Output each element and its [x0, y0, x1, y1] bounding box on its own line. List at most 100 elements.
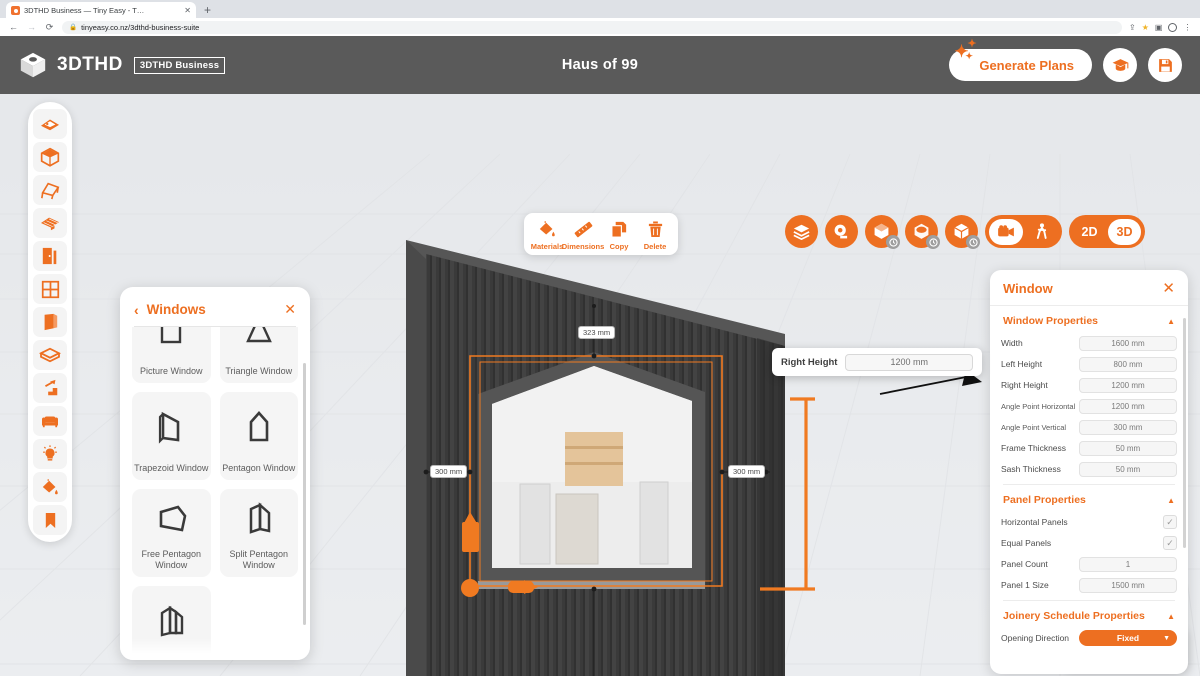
- learn-button[interactable]: [1103, 48, 1137, 82]
- deck-icon: [41, 217, 59, 231]
- property-input[interactable]: [1079, 419, 1177, 435]
- extensions-icon[interactable]: ▣: [1155, 23, 1163, 32]
- solid-view-button[interactable]: [865, 215, 900, 249]
- box-view-button[interactable]: [945, 215, 980, 249]
- slab-layers-icon: [39, 347, 61, 363]
- section-header-panel-properties[interactable]: Panel Properties ▲: [1001, 485, 1177, 512]
- browser-tab[interactable]: 3DTHD Business — Tiny Easy - T… ✕: [6, 2, 196, 19]
- url-bar: ← → ⟳ 🔒 tinyeasy.co.nz/3dthd-business-su…: [0, 18, 1200, 36]
- sidebar-item-roof[interactable]: [33, 175, 67, 205]
- chevron-up-icon[interactable]: ▲: [1167, 612, 1175, 621]
- dimensions-button[interactable]: Dimensions: [562, 220, 604, 251]
- sidebar-item-deck[interactable]: [33, 208, 67, 238]
- property-input[interactable]: [1079, 577, 1177, 593]
- dimension-chip-left[interactable]: 300 mm: [430, 465, 468, 478]
- dimension-chip-top[interactable]: 323 mm: [578, 326, 616, 339]
- app-header: 3DTHD 3DTHD Business Haus of 99 ✦ ✦ ✦ Ge…: [0, 36, 1200, 94]
- list-item[interactable]: Picture Window: [132, 327, 211, 383]
- property-input[interactable]: [1079, 356, 1177, 372]
- history-badge: [966, 235, 980, 249]
- section-header-window-properties[interactable]: Window Properties ▲: [1001, 306, 1177, 333]
- walk-mode-button[interactable]: [1025, 219, 1058, 245]
- layers-icon: [793, 224, 810, 240]
- mode-2d-button[interactable]: 2D: [1073, 219, 1106, 245]
- windows-panel-body[interactable]: Picture Window Triangle Window Trapezoid…: [120, 327, 310, 660]
- sidebar-item-wall[interactable]: [33, 307, 67, 337]
- mode-3d-button[interactable]: 3D: [1108, 218, 1141, 245]
- share-icon[interactable]: ⇪: [1129, 23, 1136, 32]
- sidebar-item-door[interactable]: [33, 241, 67, 271]
- browser-menu-icon[interactable]: ⋮: [1183, 23, 1191, 32]
- sidebar-item-furniture[interactable]: [33, 406, 67, 436]
- pentagon-window-icon: [220, 392, 299, 463]
- list-item[interactable]: Free Pentagon Window: [132, 489, 211, 577]
- list-item[interactable]: Pentagon Window: [219, 392, 299, 480]
- sidebar-item-slab[interactable]: [33, 340, 67, 370]
- inline-editor-input[interactable]: [845, 353, 973, 371]
- property-input[interactable]: [1079, 398, 1177, 414]
- xray-view-button[interactable]: [905, 215, 940, 249]
- list-item-label: Picture Window: [139, 365, 203, 376]
- bookmark-star-icon[interactable]: ★: [1142, 23, 1149, 32]
- save-button[interactable]: [1148, 48, 1182, 82]
- tab-close-icon[interactable]: ✕: [184, 6, 191, 15]
- delete-button[interactable]: Delete: [638, 220, 672, 251]
- layers-button[interactable]: [785, 215, 818, 248]
- sidebar-item-room[interactable]: [33, 142, 67, 172]
- list-item[interactable]: Trapezoid Window: [132, 392, 211, 480]
- back-button[interactable]: ←: [8, 22, 19, 32]
- properties-body[interactable]: Window Properties ▲ Width Left Height Ri…: [990, 306, 1188, 674]
- chevron-up-icon[interactable]: ▲: [1167, 496, 1175, 505]
- reload-button[interactable]: ⟳: [44, 22, 55, 33]
- sidebar-item-materials[interactable]: [33, 472, 67, 502]
- inline-dimension-editor: Right Height: [772, 348, 982, 376]
- split-pentagon-window-icon: [220, 489, 299, 549]
- property-input[interactable]: [1079, 461, 1177, 477]
- checkbox[interactable]: ✓: [1163, 515, 1177, 529]
- copy-button[interactable]: Copy: [602, 220, 636, 251]
- properties-title: Window: [1003, 281, 1053, 296]
- sidebar-item-window[interactable]: [33, 274, 67, 304]
- dimension-chip-right[interactable]: 300 mm: [728, 465, 766, 478]
- opening-direction-dropdown[interactable]: Fixed ▼: [1079, 630, 1177, 646]
- new-tab-button[interactable]: +: [204, 3, 211, 17]
- list-item[interactable]: Tri Pentagon: [132, 586, 211, 660]
- generate-plans-label: Generate Plans: [979, 57, 1074, 73]
- generate-plans-button[interactable]: ✦ ✦ ✦ Generate Plans: [949, 38, 1092, 81]
- sidebar-item-stairs[interactable]: [33, 373, 67, 403]
- measure-button[interactable]: [825, 215, 858, 248]
- checkbox[interactable]: ✓: [1163, 536, 1177, 550]
- section-header-joinery-schedule[interactable]: Joinery Schedule Properties ▲: [1001, 601, 1177, 628]
- close-icon[interactable]: ✕: [284, 301, 296, 318]
- list-item[interactable]: Split Pentagon Window: [219, 489, 299, 577]
- property-input[interactable]: [1079, 335, 1177, 351]
- properties-scrollbar[interactable]: [1183, 318, 1186, 548]
- clock-icon: [888, 237, 898, 247]
- forward-button[interactable]: →: [26, 22, 37, 32]
- property-input[interactable]: [1079, 556, 1177, 572]
- graduation-cap-icon: [1112, 58, 1128, 71]
- property-label: Sash Thickness: [1001, 464, 1061, 474]
- camera-mode-toggle[interactable]: [985, 215, 1062, 248]
- windows-panel-header: ‹ Windows ✕: [120, 287, 310, 326]
- browser-chrome: 3DTHD Business — Tiny Easy - T… ✕ + ← → …: [0, 0, 1200, 36]
- dimension-mode-toggle[interactable]: 2D 3D: [1069, 215, 1145, 248]
- property-input[interactable]: [1079, 377, 1177, 393]
- door-icon: [42, 247, 57, 265]
- materials-button[interactable]: Materials: [530, 220, 564, 251]
- chevron-up-icon[interactable]: ▲: [1167, 317, 1175, 326]
- sidebar-item-site[interactable]: [33, 109, 67, 139]
- address-field[interactable]: 🔒 tinyeasy.co.nz/3dthd-business-suite: [62, 20, 1122, 34]
- profile-avatar[interactable]: [1168, 22, 1178, 32]
- roof-frame-icon: [41, 182, 60, 200]
- property-input[interactable]: [1079, 440, 1177, 456]
- close-icon[interactable]: ✕: [1162, 281, 1175, 296]
- back-chevron-icon[interactable]: ‹: [134, 302, 139, 318]
- list-item-label: Split Pentagon Window: [229, 549, 289, 570]
- list-item[interactable]: Triangle Window: [219, 327, 298, 383]
- camera-mode-button[interactable]: [989, 218, 1023, 245]
- sidebar-item-lighting[interactable]: [33, 439, 67, 469]
- windows-panel-scrollbar[interactable]: [303, 363, 306, 625]
- properties-panel: Window ✕ Window Properties ▲ Width Left …: [990, 270, 1188, 674]
- sidebar-item-bookmark[interactable]: [33, 505, 67, 535]
